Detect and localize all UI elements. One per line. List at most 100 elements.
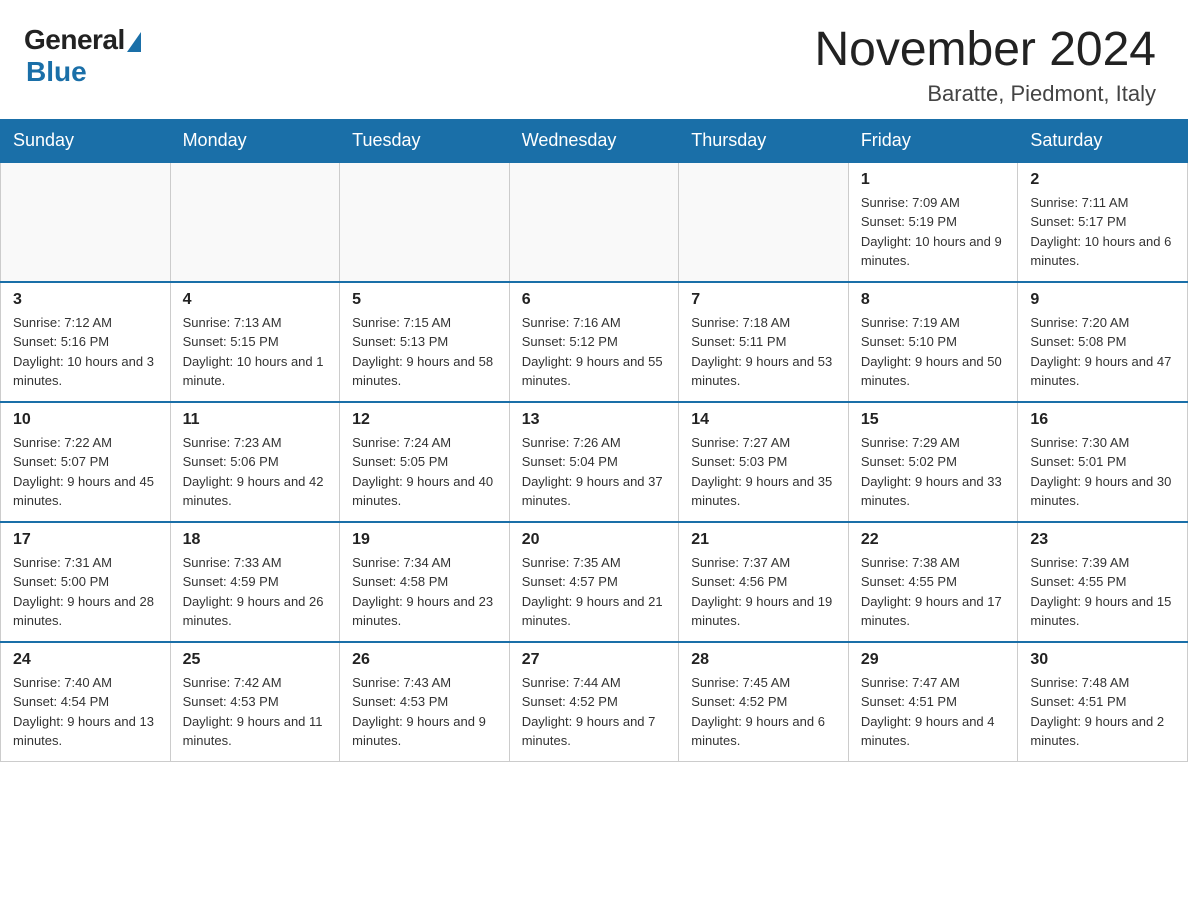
day-number: 9 xyxy=(1030,291,1175,309)
day-info: Sunrise: 7:18 AM Sunset: 5:11 PM Dayligh… xyxy=(691,313,836,391)
header-saturday: Saturday xyxy=(1018,119,1188,162)
calendar-table: Sunday Monday Tuesday Wednesday Thursday… xyxy=(0,119,1188,763)
calendar-cell: 29Sunrise: 7:47 AM Sunset: 4:51 PM Dayli… xyxy=(848,642,1018,762)
calendar-cell: 2Sunrise: 7:11 AM Sunset: 5:17 PM Daylig… xyxy=(1018,162,1188,282)
week-row-3: 10 Sunrise: 7:22 AM Sunset: 5:07 PM Dayli… xyxy=(1,402,1188,522)
calendar-cell: 21 Sunrise: 7:37 AM Sunset: 4:56 PM Dayli… xyxy=(679,522,849,642)
header-wednesday: Wednesday xyxy=(509,119,679,162)
day-info: Sunrise: 7:33 AM Sunset: 4:59 PM Dayligh… xyxy=(183,553,328,631)
header-monday: Monday xyxy=(170,119,340,162)
day-info: Sunrise: 7:12 AM Sunset: 5:16 PM Dayligh… xyxy=(13,313,158,391)
calendar-cell xyxy=(509,162,679,282)
day-number: 16 xyxy=(1030,411,1175,429)
day-info: Sunrise: 7:47 AM Sunset: 4:51 PM Dayligh… xyxy=(861,673,1006,751)
calendar-cell xyxy=(679,162,849,282)
day-number: 24 xyxy=(13,651,158,669)
day-info: Sunrise: 7:19 AM Sunset: 5:10 PM Dayligh… xyxy=(861,313,1006,391)
day-info: Sunrise: 7:35 AM Sunset: 4:57 PM Dayligh… xyxy=(522,553,667,631)
day-info: Sunrise: 7:09 AM Sunset: 5:19 PM Dayligh… xyxy=(861,193,1006,271)
week-row-1: 1 Sunrise: 7:09 AM Sunset: 5:19 PM Daylig… xyxy=(1,162,1188,282)
day-info: Sunrise: 7:27 AM Sunset: 5:03 PM Dayligh… xyxy=(691,433,836,511)
calendar-cell: 30 Sunrise: 7:48 AM Sunset: 4:51 PM Dayli… xyxy=(1018,642,1188,762)
calendar-cell: 23 Sunrise: 7:39 AM Sunset: 4:55 PM Dayli… xyxy=(1018,522,1188,642)
day-number: 30 xyxy=(1030,651,1175,669)
day-info: Sunrise: 7:23 AM Sunset: 5:06 PM Dayligh… xyxy=(183,433,328,511)
day-number: 20 xyxy=(522,531,667,549)
week-row-2: 3 Sunrise: 7:12 AM Sunset: 5:16 PM Daylig… xyxy=(1,282,1188,402)
day-info: Sunrise: 7:22 AM Sunset: 5:07 PM Dayligh… xyxy=(13,433,158,511)
header-sunday: Sunday xyxy=(1,119,171,162)
day-info: Sunrise: 7:13 AM Sunset: 5:15 PM Dayligh… xyxy=(183,313,328,391)
day-number: 10 xyxy=(13,411,158,429)
day-info: Sunrise: 7:15 AM Sunset: 5:13 PM Dayligh… xyxy=(352,313,497,391)
calendar-cell: 5Sunrise: 7:15 AM Sunset: 5:13 PM Daylig… xyxy=(340,282,510,402)
day-info: Sunrise: 7:43 AM Sunset: 4:53 PM Dayligh… xyxy=(352,673,497,751)
day-number: 23 xyxy=(1030,531,1175,549)
weekday-header-row: Sunday Monday Tuesday Wednesday Thursday… xyxy=(1,119,1188,162)
logo-general-text: General xyxy=(24,24,125,56)
day-info: Sunrise: 7:31 AM Sunset: 5:00 PM Dayligh… xyxy=(13,553,158,631)
day-number: 12 xyxy=(352,411,497,429)
day-info: Sunrise: 7:20 AM Sunset: 5:08 PM Dayligh… xyxy=(1030,313,1175,391)
calendar-cell: 28 Sunrise: 7:45 AM Sunset: 4:52 PM Dayli… xyxy=(679,642,849,762)
day-number: 4 xyxy=(183,291,328,309)
calendar-cell: 26 Sunrise: 7:43 AM Sunset: 4:53 PM Dayli… xyxy=(340,642,510,762)
day-info: Sunrise: 7:24 AM Sunset: 5:05 PM Dayligh… xyxy=(352,433,497,511)
day-number: 17 xyxy=(13,531,158,549)
day-number: 28 xyxy=(691,651,836,669)
day-number: 25 xyxy=(183,651,328,669)
calendar-cell: 15 Sunrise: 7:29 AM Sunset: 5:02 PM Dayli… xyxy=(848,402,1018,522)
day-number: 1 xyxy=(861,171,1006,189)
location-subtitle: Baratte, Piedmont, Italy xyxy=(814,81,1156,107)
day-number: 27 xyxy=(522,651,667,669)
calendar-cell: 6Sunrise: 7:16 AM Sunset: 5:12 PM Daylig… xyxy=(509,282,679,402)
calendar-cell: 14 Sunrise: 7:27 AM Sunset: 5:03 PM Dayli… xyxy=(679,402,849,522)
day-info: Sunrise: 7:42 AM Sunset: 4:53 PM Dayligh… xyxy=(183,673,328,751)
day-number: 8 xyxy=(861,291,1006,309)
day-info: Sunrise: 7:48 AM Sunset: 4:51 PM Dayligh… xyxy=(1030,673,1175,751)
day-number: 22 xyxy=(861,531,1006,549)
day-number: 13 xyxy=(522,411,667,429)
header-friday: Friday xyxy=(848,119,1018,162)
logo-blue-text: Blue xyxy=(26,56,87,88)
calendar-cell: 8 Sunrise: 7:19 AM Sunset: 5:10 PM Daylig… xyxy=(848,282,1018,402)
calendar-cell: 11 Sunrise: 7:23 AM Sunset: 5:06 PM Dayli… xyxy=(170,402,340,522)
day-info: Sunrise: 7:40 AM Sunset: 4:54 PM Dayligh… xyxy=(13,673,158,751)
day-number: 14 xyxy=(691,411,836,429)
day-number: 7 xyxy=(691,291,836,309)
calendar-cell: 20 Sunrise: 7:35 AM Sunset: 4:57 PM Dayli… xyxy=(509,522,679,642)
calendar-cell: 1 Sunrise: 7:09 AM Sunset: 5:19 PM Daylig… xyxy=(848,162,1018,282)
day-number: 15 xyxy=(861,411,1006,429)
day-info: Sunrise: 7:29 AM Sunset: 5:02 PM Dayligh… xyxy=(861,433,1006,511)
calendar-cell: 25 Sunrise: 7:42 AM Sunset: 4:53 PM Dayli… xyxy=(170,642,340,762)
day-info: Sunrise: 7:39 AM Sunset: 4:55 PM Dayligh… xyxy=(1030,553,1175,631)
logo-triangle-icon xyxy=(127,32,141,52)
calendar-cell: 3 Sunrise: 7:12 AM Sunset: 5:16 PM Daylig… xyxy=(1,282,171,402)
calendar-cell: 12 Sunrise: 7:24 AM Sunset: 5:05 PM Dayli… xyxy=(340,402,510,522)
calendar-cell: 27Sunrise: 7:44 AM Sunset: 4:52 PM Dayli… xyxy=(509,642,679,762)
day-info: Sunrise: 7:45 AM Sunset: 4:52 PM Dayligh… xyxy=(691,673,836,751)
day-info: Sunrise: 7:26 AM Sunset: 5:04 PM Dayligh… xyxy=(522,433,667,511)
day-number: 19 xyxy=(352,531,497,549)
calendar-cell: 10 Sunrise: 7:22 AM Sunset: 5:07 PM Dayli… xyxy=(1,402,171,522)
month-year-title: November 2024 xyxy=(814,24,1156,77)
calendar-cell: 19Sunrise: 7:34 AM Sunset: 4:58 PM Dayli… xyxy=(340,522,510,642)
calendar-cell: 7 Sunrise: 7:18 AM Sunset: 5:11 PM Daylig… xyxy=(679,282,849,402)
day-number: 21 xyxy=(691,531,836,549)
calendar-cell: 13 Sunrise: 7:26 AM Sunset: 5:04 PM Dayli… xyxy=(509,402,679,522)
calendar-cell: 18Sunrise: 7:33 AM Sunset: 4:59 PM Dayli… xyxy=(170,522,340,642)
day-info: Sunrise: 7:37 AM Sunset: 4:56 PM Dayligh… xyxy=(691,553,836,631)
day-number: 11 xyxy=(183,411,328,429)
day-info: Sunrise: 7:30 AM Sunset: 5:01 PM Dayligh… xyxy=(1030,433,1175,511)
logo: General Blue xyxy=(24,24,141,88)
day-number: 3 xyxy=(13,291,158,309)
calendar-cell: 17 Sunrise: 7:31 AM Sunset: 5:00 PM Dayli… xyxy=(1,522,171,642)
header-thursday: Thursday xyxy=(679,119,849,162)
page-header: General Blue November 2024 Baratte, Pied… xyxy=(0,0,1188,119)
calendar-cell xyxy=(340,162,510,282)
calendar-cell: 24 Sunrise: 7:40 AM Sunset: 4:54 PM Dayli… xyxy=(1,642,171,762)
calendar-cell: 9 Sunrise: 7:20 AM Sunset: 5:08 PM Daylig… xyxy=(1018,282,1188,402)
day-number: 26 xyxy=(352,651,497,669)
day-number: 2 xyxy=(1030,171,1175,189)
calendar-cell: 4 Sunrise: 7:13 AM Sunset: 5:15 PM Daylig… xyxy=(170,282,340,402)
